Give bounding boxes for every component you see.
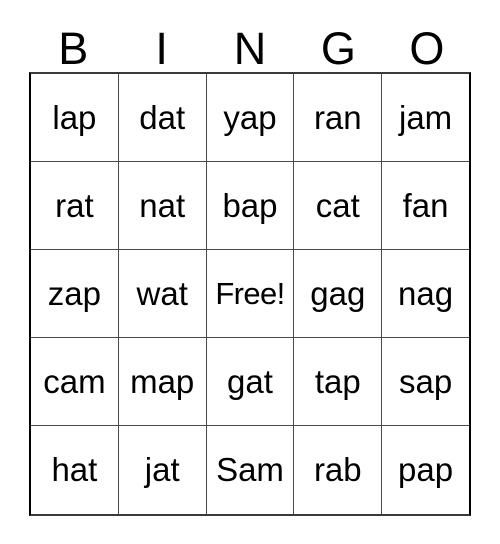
bingo-row-2: rat nat bap cat fan — [31, 162, 469, 250]
bingo-cell-b5[interactable]: hat — [31, 426, 119, 514]
bingo-cell-g5[interactable]: rab — [294, 426, 383, 514]
bingo-cell-o3[interactable]: nag — [382, 250, 469, 337]
bingo-cell-i3[interactable]: wat — [119, 250, 207, 337]
bingo-cell-n2[interactable]: bap — [207, 162, 295, 249]
bingo-header-letter-b: B — [58, 23, 89, 74]
bingo-cell-o5[interactable]: pap — [382, 426, 469, 514]
bingo-grid: lap dat yap ran jam rat nat bap cat fan … — [29, 72, 471, 516]
bingo-cell-b4[interactable]: cam — [31, 338, 119, 425]
bingo-cell-o2[interactable]: fan — [382, 162, 469, 249]
bingo-header-letter-i: I — [155, 23, 168, 74]
bingo-cell-n4[interactable]: gat — [207, 338, 295, 425]
bingo-cell-b3[interactable]: zap — [31, 250, 119, 337]
bingo-cell-o4[interactable]: sap — [382, 338, 469, 425]
bingo-cell-g2[interactable]: cat — [294, 162, 383, 249]
bingo-cell-o1[interactable]: jam — [382, 74, 469, 161]
bingo-cell-g1[interactable]: ran — [294, 74, 383, 161]
bingo-card: B I N G O lap dat yap ran jam rat nat ba… — [29, 18, 471, 516]
bingo-cell-b2[interactable]: rat — [31, 162, 119, 249]
bingo-row-3: zap wat Free! gag nag — [31, 250, 469, 338]
bingo-cell-i2[interactable]: nat — [119, 162, 207, 249]
bingo-cell-g4[interactable]: tap — [294, 338, 383, 425]
bingo-cell-n1[interactable]: yap — [207, 74, 295, 161]
bingo-cell-n5[interactable]: Sam — [207, 426, 295, 514]
bingo-header-row: B I N G O — [29, 18, 471, 72]
bingo-cell-g3[interactable]: gag — [294, 250, 383, 337]
bingo-cell-free-space[interactable]: Free! — [207, 250, 295, 337]
bingo-cell-i5[interactable]: jat — [119, 426, 207, 514]
bingo-cell-i4[interactable]: map — [119, 338, 207, 425]
bingo-header-letter-g: G — [320, 23, 356, 74]
bingo-row-4: cam map gat tap sap — [31, 338, 469, 426]
bingo-cell-i1[interactable]: dat — [119, 74, 207, 161]
bingo-row-5: hat jat Sam rab pap — [31, 426, 469, 514]
bingo-header-letter-n: N — [233, 23, 267, 74]
bingo-cell-b1[interactable]: lap — [31, 74, 119, 161]
bingo-row-1: lap dat yap ran jam — [31, 74, 469, 162]
bingo-header-letter-o: O — [409, 23, 445, 74]
